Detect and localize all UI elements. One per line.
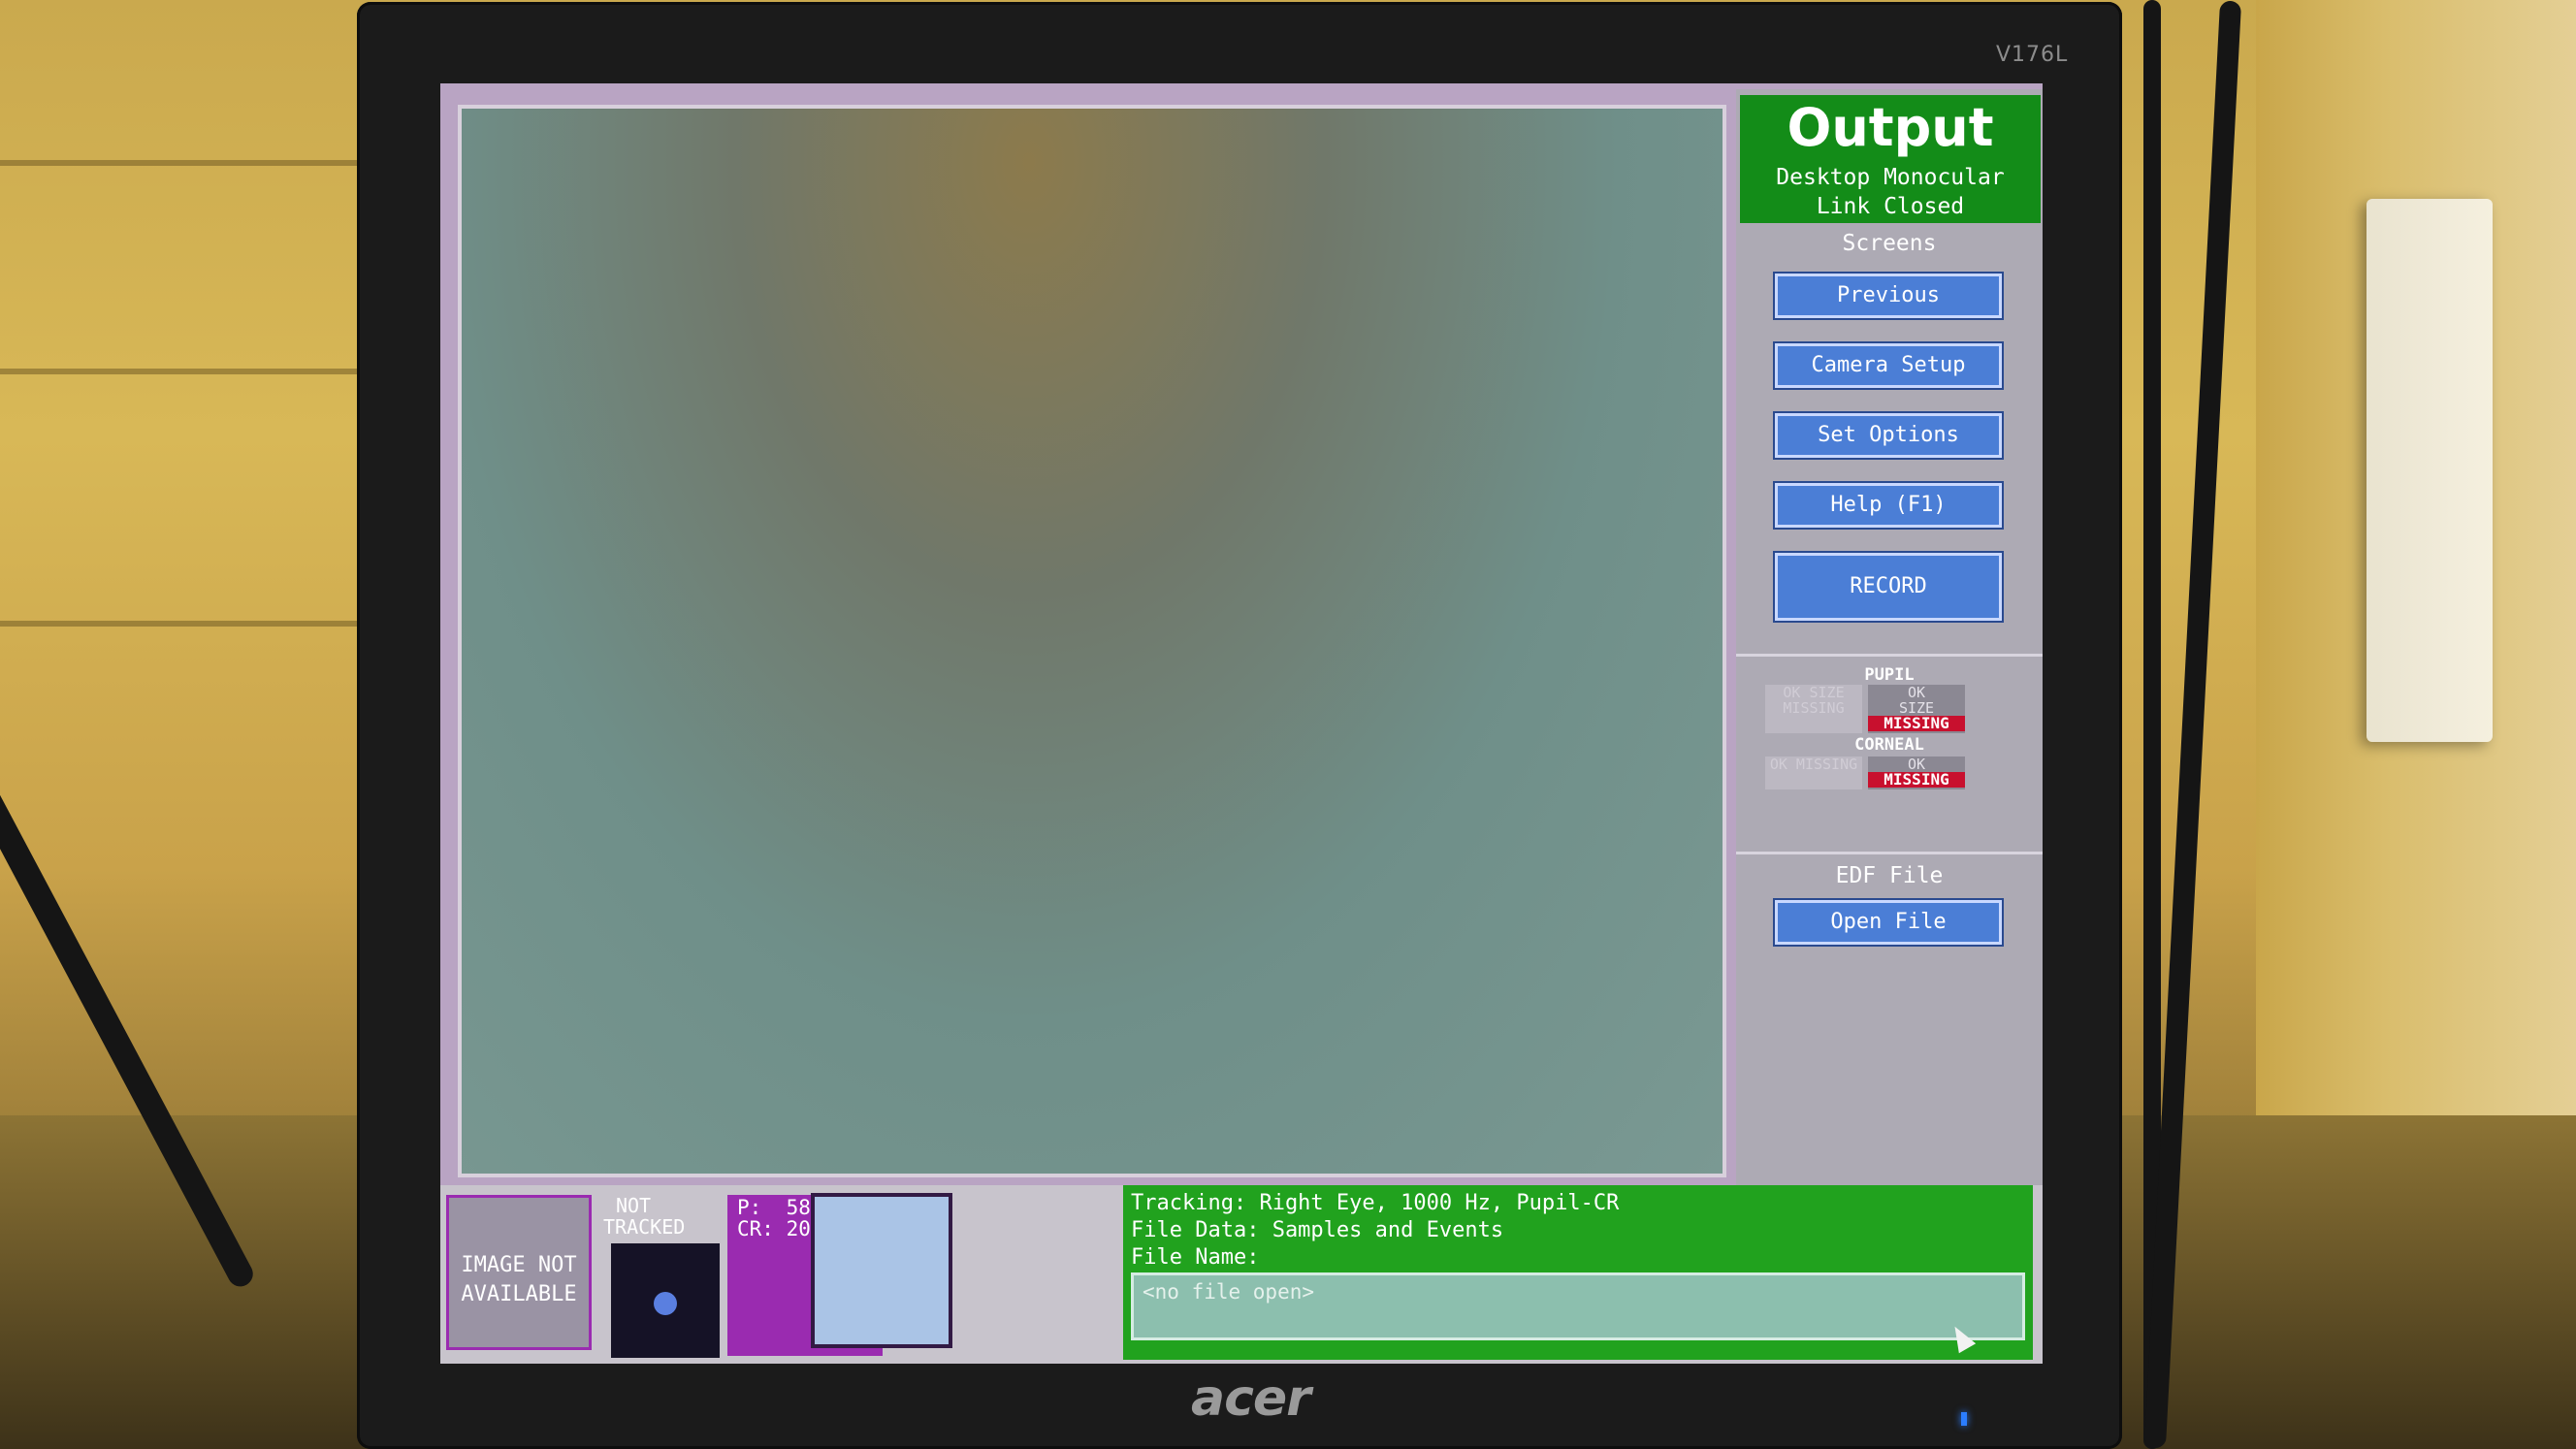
corneal-dim-text: OK MISSING [1769,756,1858,773]
divider [1736,654,2043,657]
image-status-line2: AVAILABLE [461,1282,577,1306]
wall-device [2367,199,2493,742]
corneal-missing-badge: MISSING [1868,772,1965,788]
file-name-field[interactable]: <no file open> [1131,1272,2025,1340]
edf-file-label: EDF File [1835,863,1944,888]
info-box: Tracking: Right Eye, 1000 Hz, Pupil-CR F… [1123,1185,2033,1360]
divider [1736,852,2043,854]
eye-thumbnail [611,1243,720,1358]
pupil-missing-badge: MISSING [1868,716,1965,731]
tracking-status: NOT TRACKED [603,1194,686,1239]
corneal-label: CORNEAL [1854,735,1924,755]
head-camera-thumbnail [815,1197,949,1344]
output-header: Output Desktop Monocular Link Closed [1740,95,2041,223]
corneal-indicator: OK MISSING [1868,757,1965,789]
monitor-brand-logo: acer [1191,1369,1311,1428]
image-status-line1: IMAGE NOT [461,1253,577,1277]
image-status: IMAGE NOT AVAILABLE [446,1195,592,1350]
pcr-values: P: 58 CR: 205 [737,1197,823,1240]
output-panel: Output Desktop Monocular Link Closed Scr… [1736,89,2043,1185]
set-options-button[interactable]: Set Options [1775,413,2002,458]
record-button[interactable]: RECORD [1775,553,2002,621]
link-status: Link Closed [1816,194,1965,219]
screen: Output Desktop Monocular Link Closed Scr… [440,83,2043,1364]
cr-label: CR: [737,1217,774,1240]
power-led [1961,1412,1967,1426]
screens-label: Screens [1842,231,1937,256]
panel-title: Output [1787,97,1994,158]
camera-setup-button[interactable]: Camera Setup [1775,343,2002,388]
camera-view [458,105,1726,1177]
wall-ledge [0,160,369,166]
help-button[interactable]: Help (F1) [1775,483,2002,528]
file-data-line: File Data: Samples and Events [1131,1218,1504,1242]
pupil-indicator-dim: OK SIZE MISSING [1765,685,1862,733]
monitor-model: V176L [1996,43,2069,67]
pupil-ok: OK [1907,684,1926,701]
file-name-label: File Name: [1131,1245,1260,1270]
tracking-status-line1: NOT [615,1194,652,1217]
status-bar: IMAGE NOT AVAILABLE NOT TRACKED P: 58 CR… [440,1185,2043,1364]
wall-ledge [0,621,369,627]
pupil-dim-text: OK SIZE MISSING [1783,684,1845,717]
tracking-status-line2: TRACKED [603,1215,686,1239]
tracking-line: Tracking: Right Eye, 1000 Hz, Pupil-CR [1131,1191,1620,1215]
p-label: P: [737,1196,762,1219]
pupil-label: PUPIL [1864,665,1915,685]
pupil-dot [654,1292,677,1315]
wall-ledge [0,369,369,374]
previous-button[interactable]: Previous [1775,274,2002,318]
monitor: V176L Output Desktop Monocular Link Clos… [357,2,2122,1449]
open-file-button[interactable]: Open File [1775,900,2002,945]
tracker-mode: Desktop Monocular [1776,165,2005,190]
corneal-indicator-dim: OK MISSING [1765,757,1862,789]
pupil-indicator: OK SIZE MISSING [1868,685,1965,733]
p-value: 58 [786,1196,811,1219]
